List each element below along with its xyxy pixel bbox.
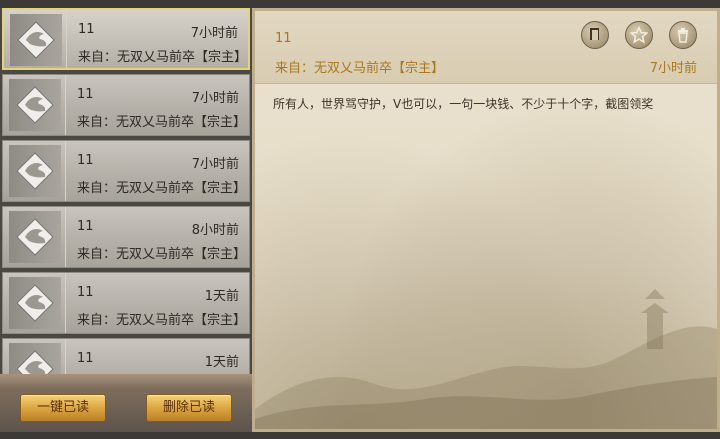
mail-item[interactable]: 11 7小时前 来自：无双乂马前卒【宗主】 bbox=[2, 74, 250, 136]
mail-time: 1天前 bbox=[204, 289, 239, 304]
mail-title: 11 bbox=[77, 153, 94, 168]
dove-mail-icon bbox=[16, 152, 54, 190]
mail-detail-time: 7小时前 bbox=[649, 61, 697, 76]
mail-avatar bbox=[9, 79, 61, 131]
dove-mail-icon bbox=[16, 218, 54, 256]
mail-avatar bbox=[10, 14, 62, 66]
divider bbox=[65, 207, 66, 267]
divider bbox=[65, 141, 66, 201]
mail-item[interactable]: 11 1天前 来自：无双乂马前卒【宗主】 bbox=[2, 272, 250, 334]
mail-title: 11 bbox=[77, 351, 94, 366]
mail-detail-title: 11 bbox=[275, 31, 292, 46]
mail-item[interactable]: 11 8小时前 来自：无双乂马前卒【宗主】 bbox=[2, 206, 250, 268]
landscape-decoration bbox=[255, 289, 717, 429]
mail-item[interactable]: 11 1天前 bbox=[2, 338, 250, 374]
star-icon bbox=[630, 26, 648, 44]
mail-item[interactable]: 11 7小时前 来自：无双乂马前卒【宗主】 bbox=[2, 8, 250, 70]
mail-time: 1天前 bbox=[204, 355, 239, 370]
mail-time: 7小时前 bbox=[190, 26, 238, 41]
dove-mail-icon bbox=[17, 21, 55, 59]
mail-avatar bbox=[9, 277, 61, 329]
mail-time: 7小时前 bbox=[191, 91, 239, 106]
mail-sender: 来自：无双乂马前卒【宗主】 bbox=[77, 247, 247, 262]
mail-list[interactable]: 11 7小时前 来自：无双乂马前卒【宗主】 11 7小时前 来自：无双乂马前卒【… bbox=[0, 8, 252, 374]
mail-detail-header: 11 来自：无双乂马前卒【宗主】 7小时前 bbox=[255, 11, 717, 84]
mail-list-footer: 一键已读 删除已读 bbox=[0, 374, 252, 432]
trash-icon bbox=[678, 28, 688, 43]
dove-mail-icon bbox=[16, 86, 54, 124]
mail-sender: 来自：无双乂马前卒【宗主】 bbox=[78, 50, 248, 65]
mail-avatar bbox=[9, 343, 61, 374]
mail-title: 11 bbox=[77, 285, 94, 300]
mail-title: 11 bbox=[77, 219, 94, 234]
mark-all-read-button[interactable]: 一键已读 bbox=[20, 394, 106, 422]
mail-list-panel: 11 7小时前 来自：无双乂马前卒【宗主】 11 7小时前 来自：无双乂马前卒【… bbox=[0, 8, 252, 432]
mail-title: 11 bbox=[78, 22, 95, 37]
mail-detail-sender: 来自：无双乂马前卒【宗主】 bbox=[275, 61, 445, 76]
mail-title: 11 bbox=[77, 87, 94, 102]
divider bbox=[65, 339, 66, 374]
divider bbox=[66, 10, 67, 68]
mail-sender: 来自：无双乂马前卒【宗主】 bbox=[77, 313, 247, 328]
mail-detail-body: 所有人，世界骂守护，V也可以，一句一块钱、不少于十个字，截图领奖 bbox=[273, 97, 654, 111]
divider bbox=[65, 273, 66, 333]
mail-sender: 来自：无双乂马前卒【宗主】 bbox=[77, 115, 247, 130]
dove-mail-icon bbox=[16, 350, 54, 374]
mail-avatar bbox=[9, 211, 61, 263]
mail-avatar bbox=[9, 145, 61, 197]
dove-mail-icon bbox=[16, 284, 54, 322]
copy-icon bbox=[590, 28, 599, 40]
favorite-button[interactable] bbox=[625, 21, 653, 49]
mail-time: 8小时前 bbox=[191, 223, 239, 238]
mail-sender: 来自：无双乂马前卒【宗主】 bbox=[77, 181, 247, 196]
copy-button[interactable] bbox=[581, 21, 609, 49]
divider bbox=[65, 75, 66, 135]
mail-item[interactable]: 11 7小时前 来自：无双乂马前卒【宗主】 bbox=[2, 140, 250, 202]
delete-button[interactable] bbox=[669, 21, 697, 49]
delete-read-button[interactable]: 删除已读 bbox=[146, 394, 232, 422]
mail-time: 7小时前 bbox=[191, 157, 239, 172]
mail-window: 11 7小时前 来自：无双乂马前卒【宗主】 11 7小时前 来自：无双乂马前卒【… bbox=[0, 0, 720, 439]
mail-detail-panel: 11 来自：无双乂马前卒【宗主】 7小时前 所有人，世界骂守护，V也可以，一句一… bbox=[252, 8, 720, 432]
